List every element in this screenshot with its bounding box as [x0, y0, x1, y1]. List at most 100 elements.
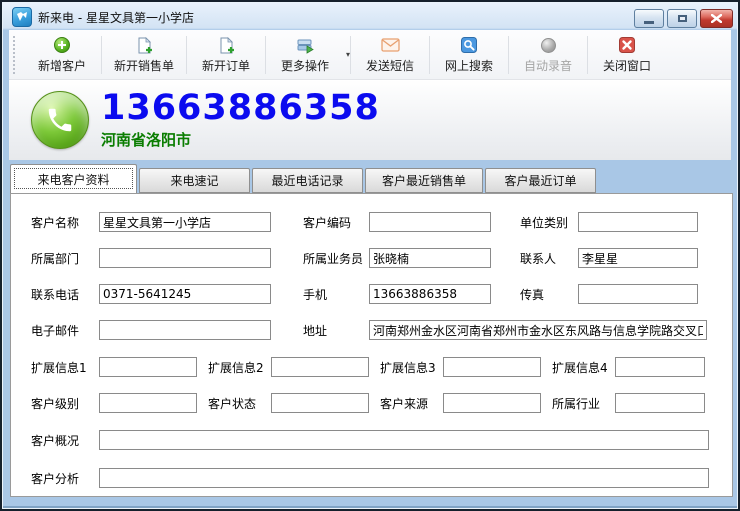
tab-recent-orders[interactable]: 客户最近订单 [485, 168, 596, 193]
minimize-button[interactable] [634, 9, 664, 28]
field-label: 客户名称 [31, 214, 99, 231]
chevron-down-icon[interactable]: ▾ [346, 50, 350, 59]
extended-info-4-input[interactable] [615, 357, 705, 377]
field-label: 扩展信息1 [31, 359, 99, 376]
field-fax: 传真 [520, 284, 698, 304]
tab-label: 客户最近销售单 [382, 172, 466, 189]
minimize-icon [644, 21, 654, 24]
address-input[interactable] [369, 320, 707, 340]
auto-record-button[interactable]: 自动录音 [509, 33, 587, 77]
field-customer-name: 客户名称 [31, 212, 271, 232]
auto-record-icon [541, 37, 556, 54]
field-extended-info-1: 扩展信息1 [31, 357, 197, 377]
new-sales-order-button[interactable]: 新开销售单 [102, 33, 186, 77]
extended-info-3-input[interactable] [443, 357, 541, 377]
field-industry: 所属行业 [552, 393, 705, 413]
field-label: 扩展信息3 [380, 359, 443, 376]
tab-bar: 来电客户资料 来电速记 最近电话记录 客户最近销售单 客户最近订单 [10, 165, 596, 193]
salesperson-input[interactable] [369, 248, 491, 268]
customer-overview-input[interactable] [99, 430, 709, 450]
field-mobile: 手机 [303, 284, 491, 304]
field-label: 扩展信息4 [552, 359, 615, 376]
tab-call-notes[interactable]: 来电速记 [139, 168, 250, 193]
customer-source-input[interactable] [443, 393, 541, 413]
button-label: 更多操作 [281, 57, 329, 74]
extended-info-1-input[interactable] [99, 357, 197, 377]
field-label: 电子邮件 [31, 322, 99, 339]
field-extended-info-3: 扩展信息3 [380, 357, 541, 377]
field-label: 联系人 [520, 250, 578, 267]
close-button[interactable] [700, 9, 733, 28]
field-unit-category: 单位类别 [520, 212, 698, 232]
button-label: 发送短信 [366, 57, 414, 74]
field-extended-info-4: 扩展信息4 [552, 357, 705, 377]
customer-status-input[interactable] [271, 393, 369, 413]
customer-code-input[interactable] [369, 212, 491, 232]
send-sms-button[interactable]: 发送短信 [351, 33, 429, 77]
toolbar: 新增客户 新开销售单 新开订单 [9, 30, 731, 80]
new-order-icon [218, 37, 235, 54]
more-actions-button[interactable]: 更多操作 ▾ [266, 33, 350, 77]
maximize-icon [678, 15, 687, 22]
field-label: 客户级别 [31, 395, 99, 412]
field-customer-code: 客户编码 [303, 212, 491, 232]
field-email: 电子邮件 [31, 320, 271, 340]
caller-panel: 13663886358 河南省洛阳市 [9, 80, 731, 160]
field-label: 所属业务员 [303, 250, 369, 267]
add-customer-icon [54, 37, 70, 54]
field-contact-person: 联系人 [520, 248, 698, 268]
tab-recent-sales-orders[interactable]: 客户最近销售单 [365, 168, 483, 193]
tab-label: 来电速记 [170, 172, 218, 189]
close-icon [711, 14, 722, 23]
caller-location: 河南省洛阳市 [101, 129, 380, 150]
button-label: 新开订单 [202, 57, 250, 74]
field-label: 单位类别 [520, 214, 578, 231]
unit-category-input[interactable] [578, 212, 698, 232]
button-label: 新开销售单 [114, 57, 174, 74]
field-customer-level: 客户级别 [31, 393, 197, 413]
tab-label: 来电客户资料 [37, 171, 109, 188]
customer-level-input[interactable] [99, 393, 197, 413]
maximize-button[interactable] [667, 9, 697, 28]
caller-phone-number: 13663886358 [101, 90, 380, 126]
app-logo-icon [12, 7, 32, 27]
field-customer-status: 客户状态 [208, 393, 369, 413]
tab-recent-call-records[interactable]: 最近电话记录 [252, 168, 363, 193]
email-input[interactable] [99, 320, 271, 340]
field-label: 联系电话 [31, 286, 99, 303]
field-label: 客户分析 [31, 470, 99, 487]
extended-info-2-input[interactable] [271, 357, 369, 377]
customer-info-panel: 客户名称 客户编码 单位类别 所属部门 所属业务员 联系人 联系电话 [10, 193, 733, 497]
field-department: 所属部门 [31, 248, 271, 268]
toolbar-grip [13, 36, 18, 74]
field-address: 地址 [303, 320, 707, 340]
close-window-icon [619, 37, 635, 54]
field-label: 地址 [303, 322, 369, 339]
web-search-button[interactable]: 网上搜索 [430, 33, 508, 77]
button-label: 新增客户 [38, 57, 86, 74]
customer-analysis-input[interactable] [99, 468, 709, 488]
fax-input[interactable] [578, 284, 698, 304]
field-contact-phone: 联系电话 [31, 284, 271, 304]
industry-input[interactable] [615, 393, 705, 413]
tab-caller-customer-info[interactable]: 来电客户资料 [10, 164, 137, 193]
field-label: 客户概况 [31, 432, 99, 449]
field-label: 手机 [303, 286, 369, 303]
title-bar: 新来电 - 星星文具第一小学店 [4, 4, 736, 30]
close-window-button[interactable]: 关闭窗口 [588, 33, 666, 77]
contact-person-input[interactable] [578, 248, 698, 268]
window-controls [634, 9, 733, 28]
field-label: 扩展信息2 [208, 359, 271, 376]
mobile-input[interactable] [369, 284, 491, 304]
contact-phone-input[interactable] [99, 284, 271, 304]
customer-name-input[interactable] [99, 212, 271, 232]
new-sales-order-icon [136, 37, 153, 54]
tab-label: 最近电话记录 [271, 172, 343, 189]
field-extended-info-2: 扩展信息2 [208, 357, 369, 377]
new-order-button[interactable]: 新开订单 [187, 33, 265, 77]
window-title: 新来电 - 星星文具第一小学店 [38, 9, 194, 26]
department-input[interactable] [99, 248, 271, 268]
more-actions-icon [296, 37, 315, 54]
field-label: 传真 [520, 286, 578, 303]
add-customer-button[interactable]: 新增客户 [23, 33, 101, 77]
